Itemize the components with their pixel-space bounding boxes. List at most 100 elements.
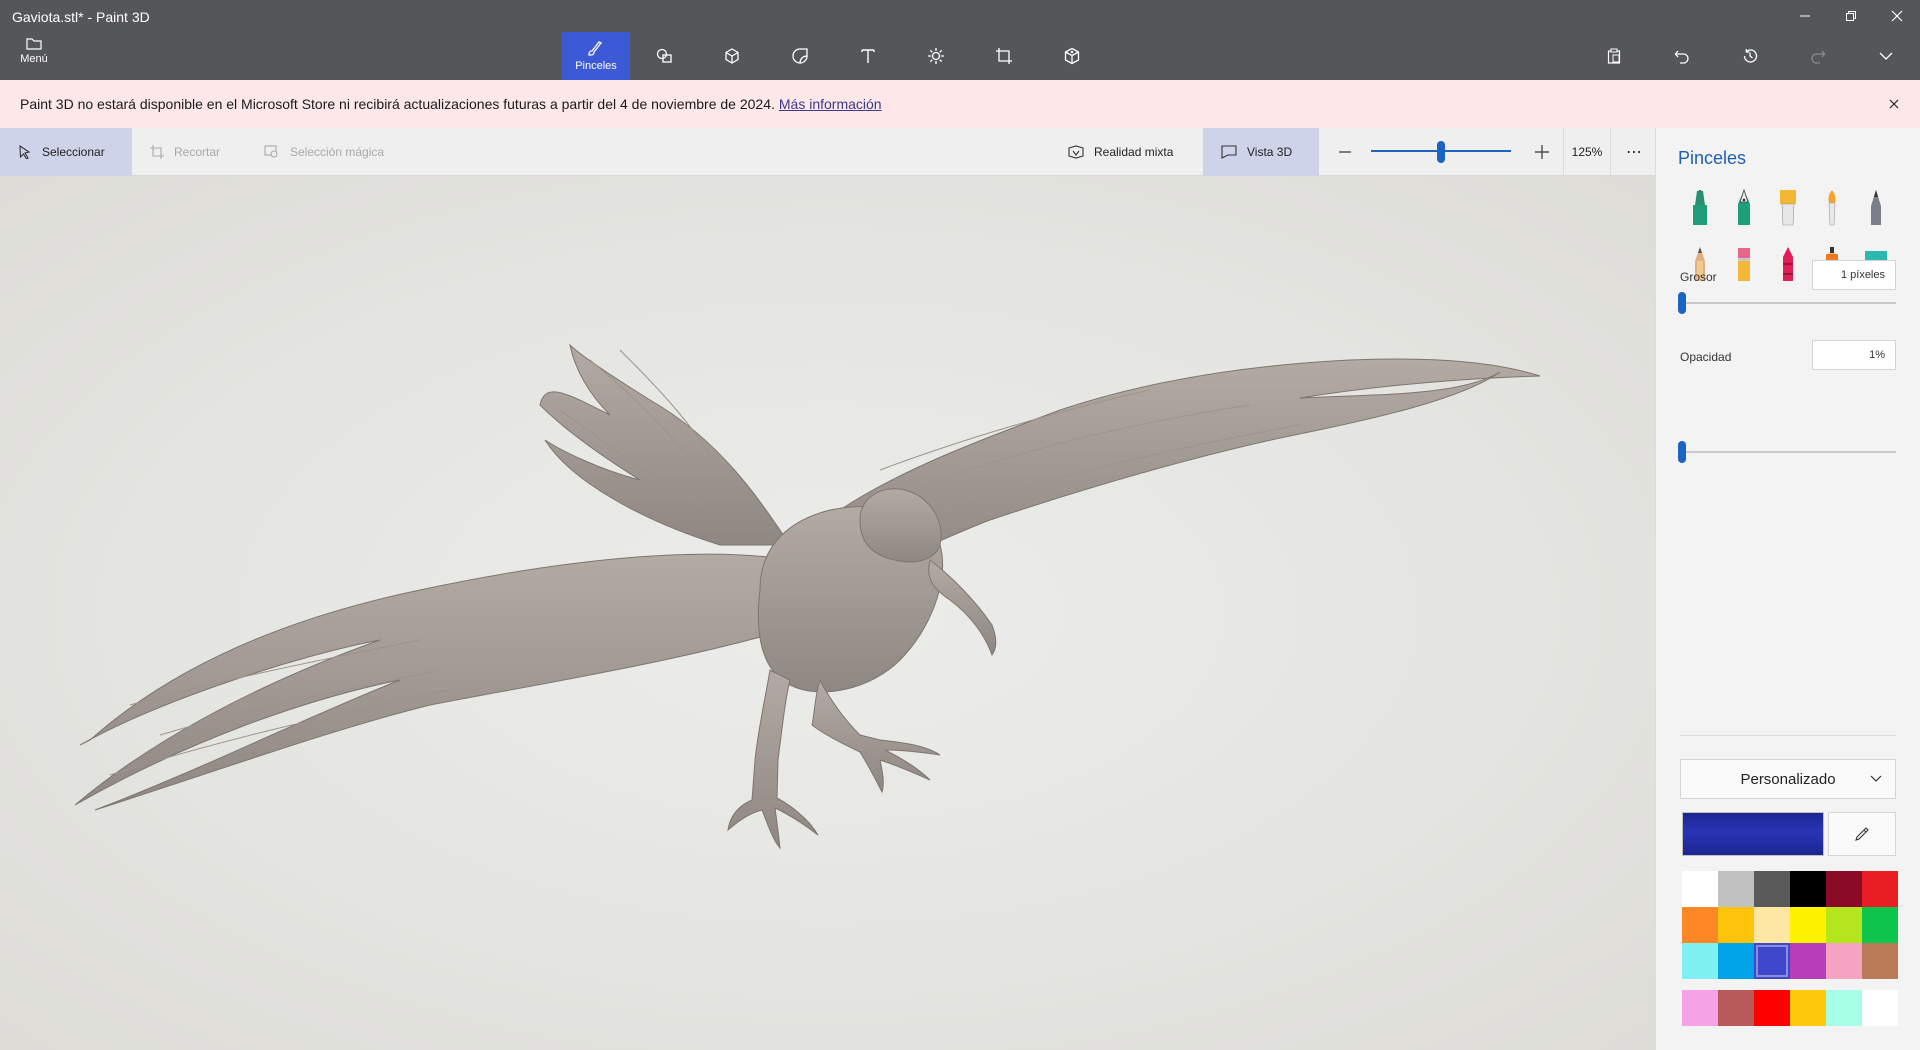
color-swatch[interactable] <box>1826 907 1862 943</box>
mixed-reality-button[interactable]: Realidad mixta <box>1050 128 1191 176</box>
restore-button[interactable] <box>1828 0 1874 32</box>
redo-icon <box>1811 50 1826 64</box>
seagull-3d-model[interactable] <box>0 176 1655 1050</box>
brush-pixel-pen[interactable] <box>1854 186 1898 230</box>
opacity-slider[interactable] <box>1678 441 1896 463</box>
recent-color-swatch[interactable] <box>1754 990 1790 1026</box>
crop-button[interactable]: Recortar <box>132 128 238 176</box>
paste-button[interactable] <box>1580 32 1648 80</box>
more-info-link[interactable]: Más información <box>779 96 882 112</box>
view-3d-button[interactable]: Vista 3D <box>1203 128 1319 176</box>
history-button[interactable] <box>1716 32 1784 80</box>
color-swatch[interactable] <box>1826 871 1862 907</box>
recent-colors <box>1682 990 1898 1026</box>
close-icon <box>1891 10 1903 22</box>
thickness-label: Grosor <box>1680 270 1717 284</box>
zoom-percent[interactable]: 125% <box>1563 128 1611 176</box>
mixed-reality-label: Realidad mixta <box>1094 145 1174 159</box>
crop-icon <box>150 145 164 159</box>
eraser-icon <box>1738 248 1750 281</box>
undo-button[interactable] <box>1648 32 1716 80</box>
color-swatch[interactable] <box>1826 943 1862 979</box>
color-swatch[interactable] <box>1790 907 1826 943</box>
brush-calligraphy-pen[interactable] <box>1722 186 1766 230</box>
current-color-swatch[interactable] <box>1682 812 1824 856</box>
recent-color-swatch[interactable] <box>1718 990 1754 1026</box>
opacity-input[interactable]: 1% <box>1812 340 1896 370</box>
color-swatch[interactable] <box>1682 871 1718 907</box>
cursor-icon <box>19 145 31 159</box>
brush-watercolor[interactable] <box>1810 186 1854 230</box>
color-swatch[interactable] <box>1754 907 1790 943</box>
mixed-reality-icon <box>1068 145 1084 159</box>
plus-icon <box>1535 145 1549 159</box>
color-swatch[interactable] <box>1718 943 1754 979</box>
magic-select-label: Selección mágica <box>290 145 385 159</box>
brush-marker[interactable] <box>1678 186 1722 230</box>
color-swatch[interactable] <box>1790 943 1826 979</box>
recent-color-swatch[interactable] <box>1790 990 1826 1026</box>
tab-canvas[interactable] <box>970 32 1038 80</box>
thickness-input[interactable]: 1 píxeles <box>1812 260 1896 290</box>
watercolor-icon <box>1828 190 1836 226</box>
zoom-slider-thumb[interactable] <box>1437 141 1445 163</box>
crop-label: Recortar <box>174 145 221 159</box>
sticker-icon <box>792 48 808 64</box>
color-swatch[interactable] <box>1682 943 1718 979</box>
color-swatch[interactable] <box>1862 943 1898 979</box>
brush-oil[interactable] <box>1766 186 1810 230</box>
recent-color-swatch[interactable] <box>1826 990 1862 1026</box>
recent-color-swatch[interactable] <box>1862 990 1898 1026</box>
crayon-icon <box>1783 247 1793 281</box>
eyedropper-button[interactable] <box>1828 812 1896 856</box>
color-swatch[interactable] <box>1718 871 1754 907</box>
restore-icon <box>1846 11 1856 21</box>
folder-icon <box>26 38 42 50</box>
opacity-label: Opacidad <box>1680 350 1732 364</box>
color-swatch[interactable] <box>1682 907 1718 943</box>
opacity-slider-thumb[interactable] <box>1678 441 1686 463</box>
select-button[interactable]: Seleccionar <box>0 128 132 176</box>
redo-button[interactable] <box>1784 32 1852 80</box>
expand-button[interactable] <box>1852 32 1920 80</box>
thickness-slider-thumb[interactable] <box>1678 292 1686 314</box>
magic-select-button[interactable]: Selección mágica <box>246 128 402 176</box>
tab-brushes[interactable]: Pinceles <box>562 32 630 80</box>
close-button[interactable] <box>1874 0 1920 32</box>
minus-icon <box>1339 151 1351 153</box>
more-options-button[interactable]: ⋯ <box>1612 128 1656 176</box>
history-icon <box>1743 49 1758 63</box>
color-swatch[interactable] <box>1790 871 1826 907</box>
tab-text[interactable] <box>834 32 902 80</box>
minimize-button[interactable] <box>1782 0 1828 32</box>
color-palette <box>1682 871 1898 979</box>
canvas-viewport[interactable] <box>0 176 1655 1050</box>
color-palette-dropdown[interactable]: Personalizado <box>1680 759 1896 799</box>
zoom-out-button[interactable] <box>1326 128 1364 176</box>
menu-button[interactable]: Menú <box>10 36 58 76</box>
color-swatch[interactable] <box>1754 871 1790 907</box>
undo-icon <box>1674 50 1689 64</box>
sun-icon <box>928 48 944 64</box>
paste-icon <box>1607 48 1621 64</box>
color-swatch[interactable] <box>1754 943 1790 979</box>
color-swatch[interactable] <box>1862 907 1898 943</box>
tab-brushes-label: Pinceles <box>575 60 617 72</box>
thickness-slider[interactable] <box>1678 292 1896 314</box>
zoom-in-button[interactable] <box>1522 128 1562 176</box>
brush-eraser[interactable] <box>1722 242 1766 286</box>
window-controls <box>1782 0 1920 32</box>
color-swatch[interactable] <box>1718 907 1754 943</box>
brush-crayon[interactable] <box>1766 242 1810 286</box>
title-bar: Gaviota.stl* - Paint 3D Menú Pinceles <box>0 0 1920 80</box>
notice-close-button[interactable] <box>1884 94 1904 114</box>
eyedropper-icon <box>1855 827 1869 841</box>
tab-3d-library[interactable] <box>1038 32 1106 80</box>
tab-effects[interactable] <box>902 32 970 80</box>
tab-stickers[interactable] <box>766 32 834 80</box>
recent-color-swatch[interactable] <box>1682 990 1718 1026</box>
color-swatch[interactable] <box>1862 871 1898 907</box>
window-title: Gaviota.stl* - Paint 3D <box>12 9 150 25</box>
tab-2d-shapes[interactable] <box>630 32 698 80</box>
tab-3d-shapes[interactable] <box>698 32 766 80</box>
